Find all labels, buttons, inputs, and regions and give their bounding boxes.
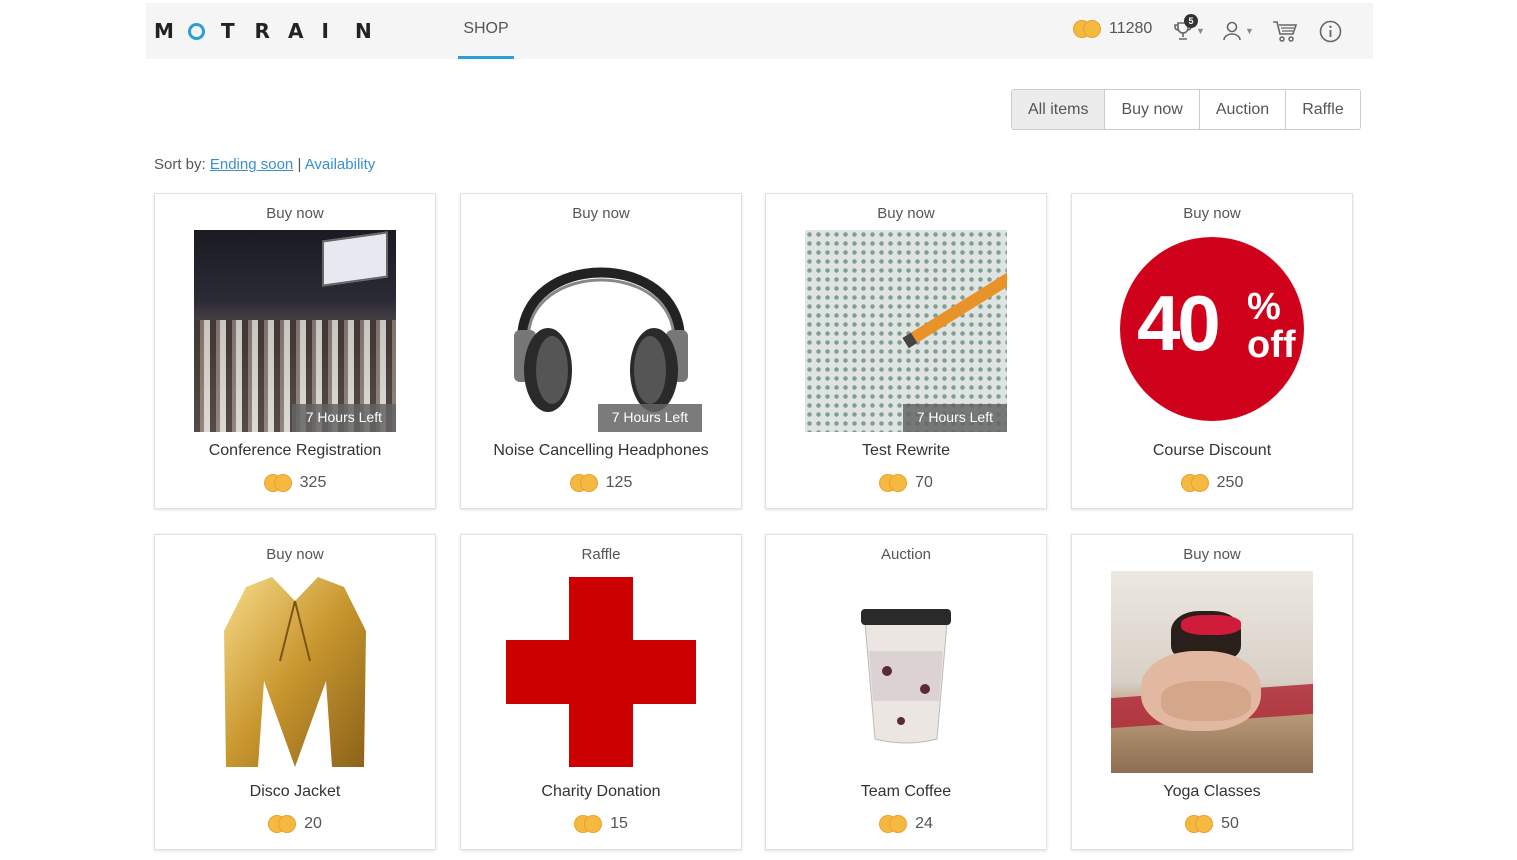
item-type: Buy now: [877, 205, 935, 222]
filter-buy-now[interactable]: Buy now: [1105, 90, 1200, 129]
motrain-logo[interactable]: M T R A I N: [154, 19, 389, 43]
item-price: 70: [766, 474, 1046, 492]
item-card[interactable]: Buy now 7 Hours Left Test Rewrite 70: [765, 193, 1047, 509]
item-card[interactable]: Buy now 40 % off Course Discount 250: [1071, 193, 1353, 509]
notification-badge: 5: [1184, 14, 1198, 28]
item-image: [1111, 571, 1313, 773]
time-left-badge: 7 Hours Left: [597, 404, 702, 432]
item-type: Buy now: [266, 205, 324, 222]
sort-label: Sort by:: [154, 156, 206, 173]
logo-letter: M: [154, 19, 174, 43]
tab-shop[interactable]: SHOP: [458, 3, 514, 59]
item-image: [194, 571, 396, 773]
filter-raffle[interactable]: Raffle: [1286, 90, 1360, 129]
coins-icon: [879, 474, 908, 492]
item-name: Course Discount: [1152, 442, 1272, 459]
item-name: Charity Donation: [541, 783, 661, 800]
price-value: 125: [605, 474, 633, 491]
coins-icon: [1185, 815, 1214, 833]
item-price: 15: [461, 815, 741, 833]
coins-icon: [879, 815, 908, 833]
tab-shop-label: SHOP: [463, 20, 509, 37]
item-price: 20: [155, 815, 435, 833]
price-value: 20: [304, 815, 322, 832]
item-type: Buy now: [572, 205, 630, 222]
active-tab-indicator: [458, 56, 514, 59]
price-value: 15: [610, 815, 628, 832]
item-price: 50: [1072, 815, 1352, 833]
item-name: Conference Registration: [208, 442, 382, 459]
item-type-filter: All items Buy now Auction Raffle: [1011, 89, 1361, 130]
item-card[interactable]: Auction Team Coffee 24: [765, 534, 1047, 850]
top-navbar: M T R A I N SHOP 11280 5 ▼ ▼: [146, 3, 1373, 59]
cart-button[interactable]: [1272, 17, 1298, 45]
logo-ring: [187, 20, 222, 42]
item-price: 250: [1072, 474, 1352, 492]
price-value: 70: [915, 474, 933, 491]
item-card[interactable]: Buy now Disco Jacket 20: [154, 534, 436, 850]
item-name: Team Coffee: [860, 783, 952, 800]
info-icon: [1319, 20, 1342, 42]
item-type: Raffle: [581, 546, 621, 563]
user-icon: [1223, 21, 1241, 41]
balance-value: 11280: [1109, 20, 1153, 37]
notifications-button[interactable]: 5 ▼: [1173, 14, 1205, 45]
item-card[interactable]: Raffle Charity Donation 15: [460, 534, 742, 850]
item-image: 40 % off: [1111, 230, 1313, 432]
chevron-down-icon: ▼: [1245, 26, 1254, 36]
sort-bar: Sort by: Ending soon | Availability: [154, 156, 375, 173]
item-card[interactable]: Buy now Yoga Classes 50: [1071, 534, 1353, 850]
logo-letter: R: [254, 19, 270, 43]
logo-letter: T: [221, 19, 235, 43]
price-value: 325: [299, 474, 327, 491]
item-price: 325: [155, 474, 435, 492]
info-button[interactable]: [1319, 17, 1342, 45]
coins-icon: [569, 474, 598, 492]
trophy-icon: 5: [1173, 14, 1198, 42]
item-price: 24: [766, 815, 1046, 833]
item-name: Noise Cancelling Headphones: [493, 442, 709, 459]
discount-percent: %: [1247, 286, 1281, 328]
coins-icon: [574, 815, 603, 833]
item-card[interactable]: Buy now 7 Hours Left Conference Registra…: [154, 193, 436, 509]
item-name: Disco Jacket: [249, 783, 341, 800]
filter-auction[interactable]: Auction: [1199, 90, 1287, 129]
filter-all-items[interactable]: All items: [1012, 90, 1106, 129]
discount-amount: 40: [1137, 279, 1221, 367]
discount-off: off: [1247, 324, 1296, 366]
coins-icon: [268, 815, 297, 833]
coins-icon: [1073, 20, 1101, 38]
time-left-badge: 7 Hours Left: [291, 404, 396, 432]
logo-letter: A: [288, 19, 304, 43]
price-value: 24: [915, 815, 933, 832]
coins-icon: [1180, 474, 1209, 492]
logo-letter: N: [355, 19, 372, 43]
cart-icon: [1273, 21, 1298, 42]
item-type: Buy now: [1183, 205, 1241, 222]
item-card[interactable]: Buy now 7 Hours Left Noise Cancelling He…: [460, 193, 742, 509]
item-image: [805, 571, 1007, 773]
item-image: [500, 571, 702, 773]
sort-separator: |: [297, 156, 302, 173]
price-value: 250: [1216, 474, 1244, 491]
sort-ending-soon-link[interactable]: Ending soon: [210, 156, 293, 173]
item-name: Yoga Classes: [1163, 783, 1261, 800]
coins-icon: [263, 474, 292, 492]
item-type: Buy now: [266, 546, 324, 563]
logo-letter: I: [321, 19, 329, 43]
user-menu-button[interactable]: ▼: [1222, 17, 1254, 45]
item-image: 7 Hours Left: [194, 230, 396, 432]
chevron-down-icon: ▼: [1196, 26, 1205, 36]
item-price: 125: [461, 474, 741, 492]
item-image: 7 Hours Left: [500, 230, 702, 432]
item-type: Buy now: [1183, 546, 1241, 563]
sort-availability-link[interactable]: Availability: [305, 156, 376, 173]
time-left-badge: 7 Hours Left: [902, 404, 1007, 432]
price-value: 50: [1221, 815, 1239, 832]
item-name: Test Rewrite: [861, 442, 951, 459]
coin-balance: 11280: [1073, 20, 1152, 38]
item-image: 7 Hours Left: [805, 230, 1007, 432]
item-type: Auction: [880, 546, 932, 563]
